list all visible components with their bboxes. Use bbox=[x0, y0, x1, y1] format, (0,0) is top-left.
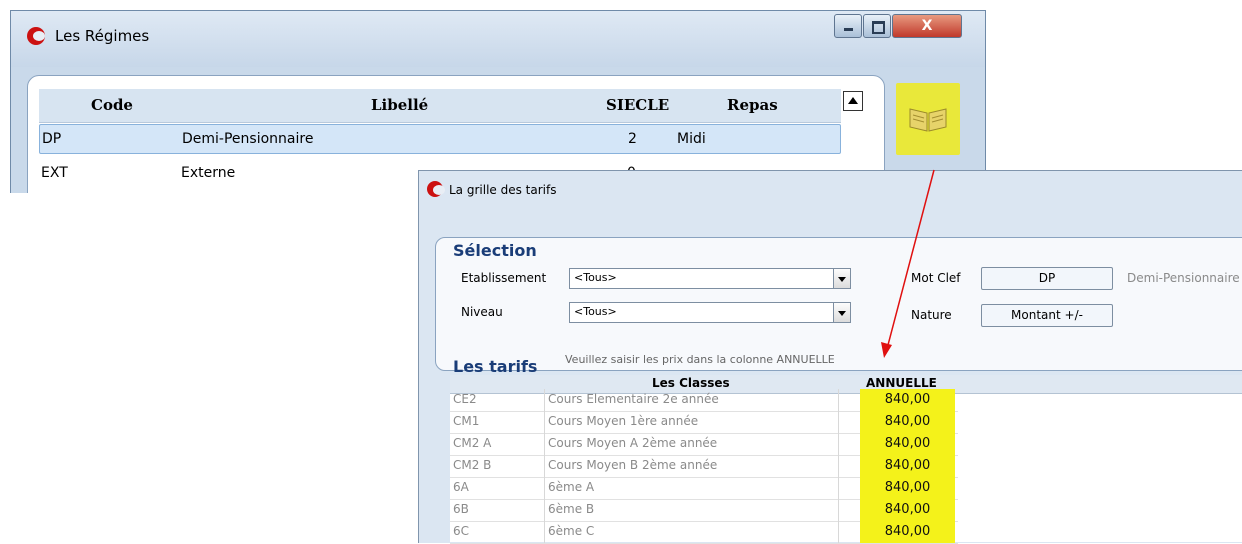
chevron-down-icon[interactable] bbox=[833, 303, 850, 322]
table-row[interactable]: CM2 B Cours Moyen B 2ème année 840,00 bbox=[450, 455, 958, 478]
regimes-window: Les Régimes X Code Libellé SIECLE Repas … bbox=[10, 10, 986, 193]
niveau-value: <Tous> bbox=[574, 305, 617, 318]
tarifs-window-title: La grille des tarifs bbox=[449, 183, 557, 197]
cell-code: CE2 bbox=[453, 392, 477, 406]
niveau-label: Niveau bbox=[461, 305, 503, 319]
table-row[interactable]: CE2 Cours Elementaire 2e année 840,00 bbox=[450, 389, 958, 412]
open-book-icon bbox=[909, 108, 947, 132]
cell-code: 6B bbox=[453, 502, 469, 516]
nature-field[interactable]: Montant +/- bbox=[981, 304, 1113, 327]
table-row[interactable]: CM1 Cours Moyen 1ère année 840,00 bbox=[450, 411, 958, 434]
cell-annuelle[interactable]: 840,00 bbox=[860, 477, 955, 499]
close-button[interactable]: X bbox=[892, 14, 962, 38]
cell-annuelle[interactable]: 840,00 bbox=[860, 499, 955, 521]
regimes-grid-header: Code Libellé SIECLE Repas bbox=[39, 89, 841, 123]
table-row[interactable]: CM2 A Cours Moyen A 2ème année 840,00 bbox=[450, 433, 958, 456]
cell-code: CM1 bbox=[453, 414, 480, 428]
cell-libelle: Demi-Pensionnaire bbox=[182, 131, 314, 147]
maximize-button[interactable] bbox=[863, 14, 891, 38]
tarifs-hint: Veuillez saisir les prix dans la colonne… bbox=[565, 353, 835, 366]
col-header-siecle[interactable]: SIECLE bbox=[606, 96, 669, 114]
tarifs-grid: Les Classes ANNUELLE CE2 Cours Elementai… bbox=[450, 375, 1242, 544]
mot-clef-description: Demi-Pensionnaire bbox=[1127, 271, 1240, 285]
tarifs-title: Les tarifs bbox=[453, 357, 538, 376]
regimes-titlebar[interactable]: Les Régimes X bbox=[11, 11, 985, 67]
etablissement-label: Etablissement bbox=[461, 271, 547, 285]
cell-repas: Midi bbox=[677, 131, 706, 147]
col-header-annuelle[interactable]: ANNUELLE bbox=[866, 376, 937, 390]
scroll-up-arrow-icon[interactable] bbox=[843, 91, 863, 111]
cell-siecle: 2 bbox=[628, 131, 637, 147]
cell-annuelle[interactable]: 840,00 bbox=[860, 411, 955, 433]
cell-code: 6A bbox=[453, 480, 469, 494]
cell-code: DP bbox=[42, 131, 62, 147]
col-header-classes[interactable]: Les Classes bbox=[652, 376, 730, 390]
mot-clef-label: Mot Clef bbox=[911, 271, 961, 285]
col-header-repas[interactable]: Repas bbox=[727, 96, 778, 114]
cell-libelle: Cours Elementaire 2e année bbox=[548, 392, 719, 406]
table-row[interactable]: DP Demi-Pensionnaire 2 Midi bbox=[39, 124, 841, 154]
minimize-button[interactable] bbox=[834, 14, 862, 38]
cell-libelle: Cours Moyen 1ère année bbox=[548, 414, 699, 428]
cell-annuelle[interactable]: 840,00 bbox=[860, 455, 955, 477]
cell-libelle: Externe bbox=[181, 165, 236, 181]
table-row[interactable]: 6C 6ème C 840,00 bbox=[450, 521, 958, 544]
app-logo-icon bbox=[427, 181, 445, 197]
chevron-down-icon[interactable] bbox=[833, 269, 850, 288]
cell-annuelle[interactable]: 840,00 bbox=[860, 433, 955, 455]
tarifs-book-button[interactable] bbox=[896, 83, 960, 155]
col-header-libelle[interactable]: Libellé bbox=[371, 96, 428, 114]
cell-code: CM2 B bbox=[453, 458, 492, 472]
cell-annuelle[interactable]: 840,00 bbox=[860, 521, 955, 543]
cell-libelle: 6ème A bbox=[548, 480, 595, 494]
table-row[interactable]: 6A 6ème A 840,00 bbox=[450, 477, 958, 500]
cell-libelle: Cours Moyen B 2ème année bbox=[548, 458, 718, 472]
cell-annuelle[interactable]: 840,00 bbox=[860, 389, 955, 411]
cell-code: EXT bbox=[41, 165, 68, 181]
cell-libelle: 6ème C bbox=[548, 524, 595, 538]
cell-libelle: Cours Moyen A 2ème année bbox=[548, 436, 718, 450]
selection-title: Sélection bbox=[453, 241, 537, 260]
col-header-code[interactable]: Code bbox=[91, 96, 133, 114]
app-logo-icon bbox=[27, 27, 45, 45]
etablissement-value: <Tous> bbox=[574, 271, 617, 284]
cell-code: 6C bbox=[453, 524, 470, 538]
table-row[interactable]: 6B 6ème B 840,00 bbox=[450, 499, 958, 522]
etablissement-select[interactable]: <Tous> bbox=[569, 268, 851, 289]
nature-label: Nature bbox=[911, 308, 952, 322]
mot-clef-field[interactable]: DP bbox=[981, 267, 1113, 290]
cell-code: CM2 A bbox=[453, 436, 492, 450]
niveau-select[interactable]: <Tous> bbox=[569, 302, 851, 323]
regimes-window-title: Les Régimes bbox=[55, 27, 150, 45]
cell-libelle: 6ème B bbox=[548, 502, 595, 516]
